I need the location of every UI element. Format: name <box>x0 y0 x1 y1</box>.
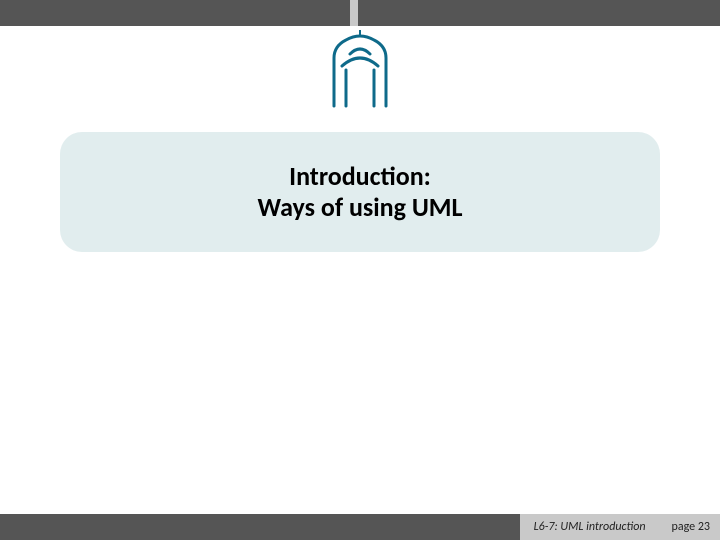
slide-title: Introduction: Ways of using UML <box>257 161 462 223</box>
university-logo-icon <box>324 30 396 113</box>
footer-lecture-label: L6-7: UML introduction <box>534 520 646 534</box>
top-bar-accent <box>350 0 358 26</box>
title-line-1: Introduction: <box>289 160 431 192</box>
top-bar <box>0 0 720 26</box>
footer-page-label: page 23 <box>672 520 710 534</box>
title-line-2: Ways of using UML <box>257 191 462 223</box>
slide: Introduction: Ways of using UML L6-7: UM… <box>0 0 720 540</box>
title-card: Introduction: Ways of using UML <box>60 132 660 252</box>
logo-area <box>0 30 720 113</box>
footer-right: L6-7: UML introduction page 23 <box>520 514 720 540</box>
